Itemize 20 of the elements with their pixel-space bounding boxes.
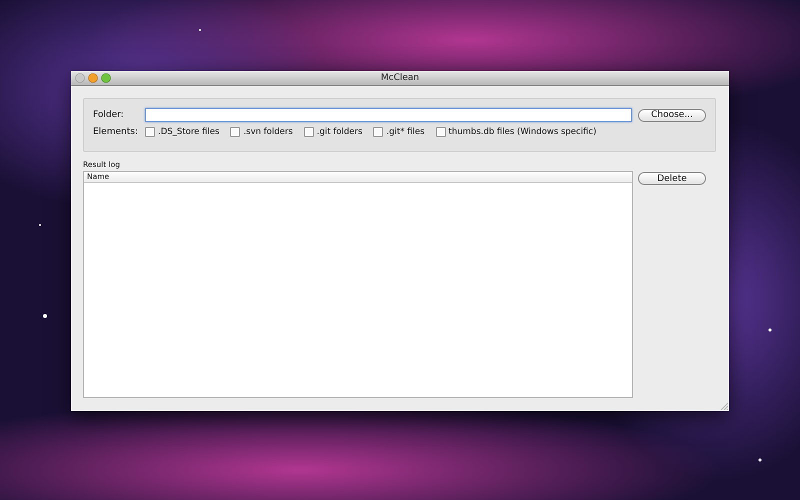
folder-label: Folder: <box>93 110 125 120</box>
checkbox[interactable] <box>304 127 314 137</box>
checkbox[interactable] <box>436 127 446 137</box>
choose-button[interactable]: Choose... <box>638 108 706 122</box>
checkbox-label: .svn folders <box>243 127 293 137</box>
checkbox[interactable] <box>230 127 240 137</box>
checkbox-label: thumbs.db files (Windows specific) <box>448 127 596 137</box>
checkbox[interactable] <box>373 127 384 137</box>
close-icon[interactable] <box>75 73 85 83</box>
elements-label: Elements: <box>93 127 139 137</box>
zoom-icon[interactable] <box>101 73 111 83</box>
checkbox[interactable] <box>145 127 155 137</box>
resize-grip-icon[interactable] <box>720 402 728 410</box>
folder-field[interactable] <box>145 108 632 122</box>
minimize-icon[interactable] <box>88 73 98 83</box>
checkbox-label: .git folders <box>316 127 362 137</box>
window-title: McClean <box>380 73 420 83</box>
checkbox-label: .DS_Store files <box>158 127 220 137</box>
delete-button[interactable]: Delete <box>638 172 706 185</box>
checkbox-label: .git* files <box>386 127 425 137</box>
